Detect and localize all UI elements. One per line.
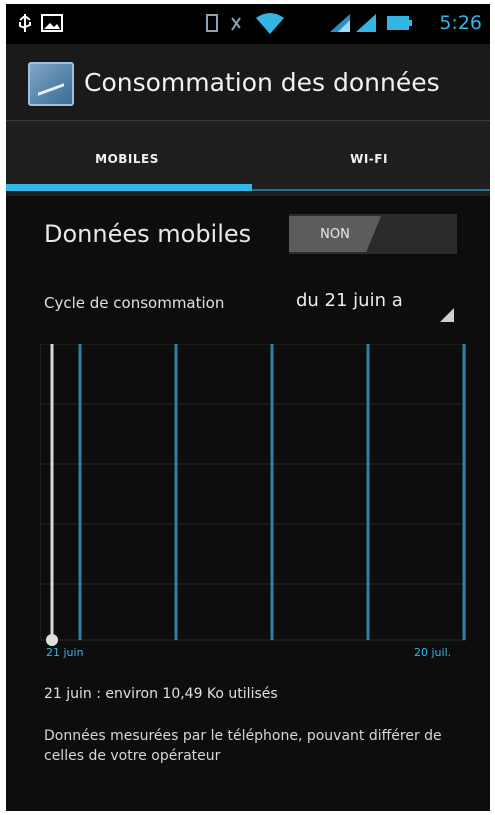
chart-start-label: 21 juin — [46, 646, 84, 659]
battery-icon — [387, 16, 412, 30]
tab-mobiles-label: MOBILES — [95, 152, 159, 166]
headset-icon — [231, 17, 241, 31]
usage-cycle-label: Cycle de consommation — [44, 294, 225, 312]
usb-icon — [19, 14, 31, 32]
vibrate-icon — [206, 14, 218, 32]
chart-start-handle[interactable] — [46, 634, 58, 646]
usage-summary: 21 juin : environ 10,49 Ko utilisés — [44, 686, 278, 702]
page-title: Consommation des données — [84, 68, 440, 97]
chart-gridlines — [40, 344, 466, 640]
phone-screen: 5:26 Consommation des données MOBILES WI… — [6, 4, 490, 811]
data-usage-chart — [40, 344, 466, 646]
tab-wifi[interactable]: WI-FI — [248, 121, 490, 197]
chart-frame — [40, 344, 466, 641]
usage-cycle-spinner[interactable]: du 21 juin a — [288, 284, 456, 324]
mobile-data-label: Données mobiles — [44, 220, 252, 248]
clock: 5:26 — [439, 12, 482, 34]
signal-icon — [330, 14, 350, 32]
data-usage-app-icon[interactable] — [28, 62, 74, 106]
usage-cycle-row: Cycle de consommation du 21 juin a — [6, 280, 490, 330]
mobile-data-toggle[interactable]: NON — [289, 214, 457, 254]
wifi-icon — [256, 13, 284, 34]
image-icon — [41, 14, 63, 32]
usage-disclaimer: Données mesurées par le téléphone, pouva… — [44, 728, 442, 764]
signal-icon — [356, 14, 376, 32]
toggle-state-label: NON — [320, 226, 350, 242]
selected-tab-indicator — [6, 184, 252, 191]
toggle-thumb: NON — [289, 216, 381, 252]
mobile-data-row: Données mobiles NON — [6, 204, 490, 264]
action-bar: Consommation des données — [6, 44, 490, 120]
status-bar: 5:26 — [6, 4, 490, 44]
spinner-arrow-icon — [440, 308, 454, 322]
chart-end-label: 20 juil. — [414, 646, 452, 659]
tab-wifi-label: WI-FI — [350, 152, 388, 166]
usage-cycle-value: du 21 juin a — [296, 290, 403, 311]
